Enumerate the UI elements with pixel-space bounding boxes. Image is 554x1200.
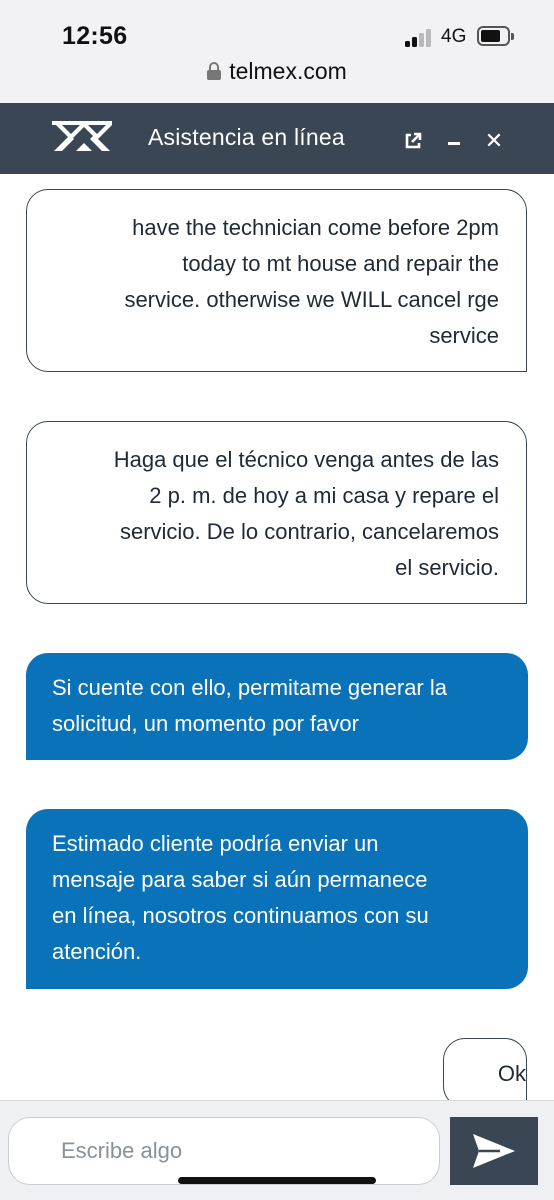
- clock: 12:56: [62, 22, 128, 50]
- message-line: service. otherwise we WILL cancel rge: [124, 287, 499, 312]
- user-message: Ok: [443, 1038, 527, 1100]
- home-indicator: [178, 1177, 376, 1184]
- network-type: 4G: [441, 26, 467, 47]
- message-line: mensaje para saber si aún permanece: [52, 867, 428, 892]
- user-message: Haga que el técnico venga antes de las 2…: [26, 421, 527, 604]
- signal-icon: [405, 29, 433, 47]
- agent-message: Si cuente con ello, permitame generar la…: [26, 653, 528, 760]
- message-line: Ok: [497, 1061, 526, 1086]
- message-line: solicitud, un momento por favor: [52, 711, 359, 736]
- message-line: today to mt house and repair the: [182, 251, 499, 276]
- send-icon: [473, 1134, 515, 1168]
- popout-button[interactable]: [400, 126, 426, 156]
- user-message: have the technician come before 2pm toda…: [26, 189, 527, 372]
- message-line: 2 p. m. de hoy a mi casa y repare el: [149, 483, 499, 508]
- send-button[interactable]: [450, 1117, 538, 1185]
- message-input[interactable]: [8, 1117, 440, 1185]
- minimize-icon: [448, 141, 460, 145]
- message-line: Haga que el técnico venga antes de las: [113, 447, 499, 472]
- url-text: telmex.com: [229, 58, 347, 84]
- message-line: en línea, nosotros continuamos con su: [52, 903, 429, 928]
- message-line: have the technician come before 2pm: [132, 215, 499, 240]
- minimize-button[interactable]: [443, 126, 465, 156]
- agent-message: Estimado cliente podría enviar un mensaj…: [26, 809, 528, 989]
- battery-icon: [477, 26, 514, 46]
- popout-icon: [405, 132, 422, 149]
- message-line: atención.: [52, 939, 142, 964]
- message-list[interactable]: have the technician come before 2pm toda…: [0, 174, 554, 1100]
- url-bar[interactable]: telmex.com: [0, 58, 554, 85]
- message-line: Estimado cliente podría enviar un: [52, 831, 379, 856]
- chat-title: Asistencia en línea: [148, 124, 345, 150]
- close-icon: ✕: [484, 128, 504, 153]
- message-line: servicio. De lo contrario, cancelaremos: [119, 519, 499, 544]
- message-line: Si cuente con ello, permitame generar la: [52, 675, 447, 700]
- lock-icon: [207, 62, 222, 80]
- close-button[interactable]: ✕: [482, 126, 506, 156]
- telmex-logo: [52, 121, 112, 151]
- message-line: service: [429, 323, 499, 348]
- status-bar: 12:56 4G telmex.com: [0, 0, 554, 103]
- message-line: el servicio.: [395, 555, 499, 580]
